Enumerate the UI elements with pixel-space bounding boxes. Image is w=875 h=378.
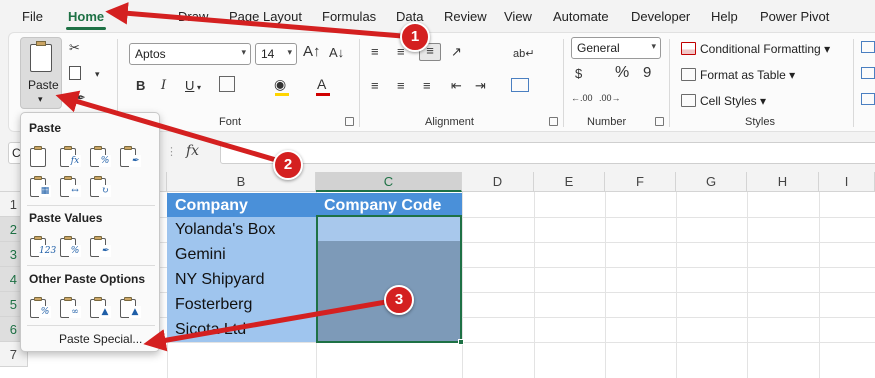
callout-badge-3: 3 [384,285,414,315]
callout-badge-1: 1 [400,22,430,52]
arrow-3 [143,299,389,352]
annotation-arrows [55,2,405,352]
callout-badge-2: 2 [273,150,303,180]
arrow-2 [55,90,279,163]
arrow-1 [105,2,405,39]
